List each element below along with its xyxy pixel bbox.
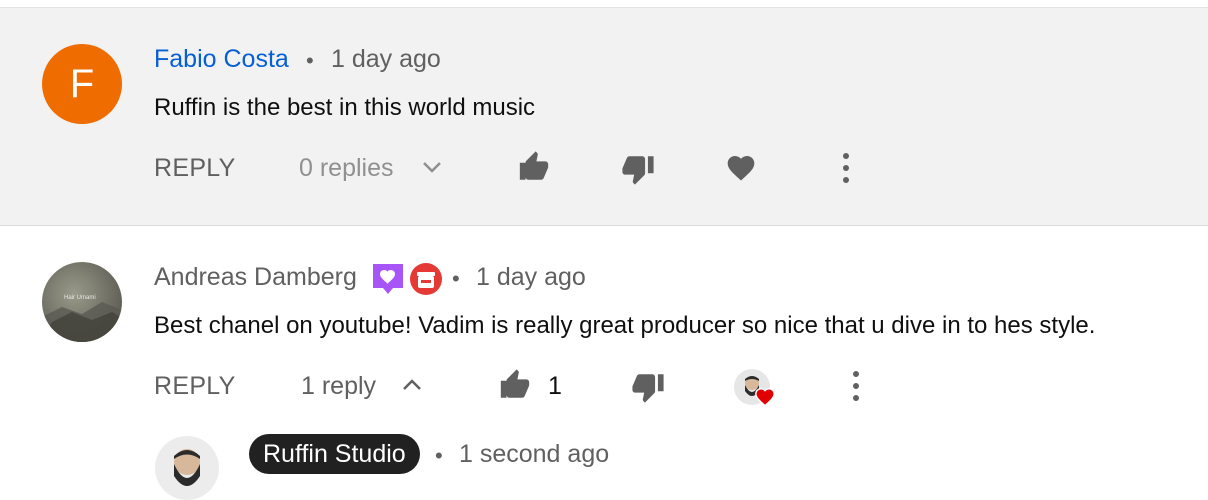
separator-dot: • [435,443,443,468]
avatar[interactable] [155,436,219,500]
thumbs-down-icon[interactable] [630,370,666,404]
reply-time[interactable]: 1 second ago [459,440,609,469]
separator-dot: • [452,266,460,291]
reply-author: Ruffin Studio [263,439,406,468]
top-divider [0,0,1208,8]
like-count: 1 [548,372,562,400]
channel-owner-badge[interactable]: Ruffin Studio [249,434,420,474]
avatar[interactable]: F [42,44,122,124]
chevron-down-icon[interactable] [421,158,443,176]
heart-icon [753,386,777,408]
comment-text: Ruffin is the best in this world music [154,94,536,121]
thumbs-down-icon[interactable] [620,152,656,186]
comment-text: Best chanel on youtube! Vadim is really … [154,312,1096,339]
separator-dot: • [306,48,314,73]
more-vert-icon[interactable] [846,368,866,404]
avatar-caption: Hair Umami [64,295,96,301]
reply-button[interactable]: REPLY [154,372,236,401]
thumbs-up-icon[interactable] [516,150,552,184]
comment-author[interactable]: Andreas Damberg [154,263,357,292]
gift-badge-icon [409,262,443,296]
thumbs-up-icon[interactable] [497,368,533,402]
avatar[interactable]: Hair Umami [42,262,122,342]
replies-toggle[interactable]: 1 reply [301,372,376,401]
more-vert-icon[interactable] [836,150,856,186]
member-heart-badge-icon [371,262,405,296]
comment-author[interactable]: Fabio Costa [154,45,289,74]
comment-time[interactable]: 1 day ago [476,263,586,292]
comment-time[interactable]: 1 day ago [331,45,441,74]
heart-icon[interactable] [724,152,758,184]
reply-button[interactable]: REPLY [154,154,236,183]
chevron-up-icon[interactable] [401,376,423,394]
avatar-letter: F [69,61,95,106]
replies-toggle[interactable]: 0 replies [299,154,394,183]
